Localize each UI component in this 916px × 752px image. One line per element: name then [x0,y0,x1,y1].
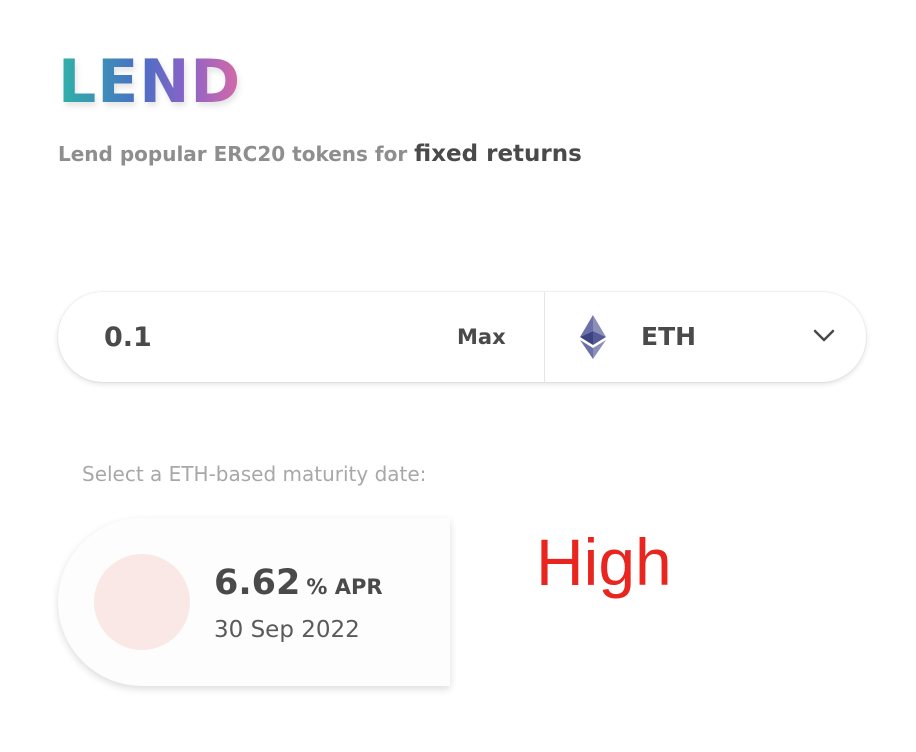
maturity-status-dot [94,554,190,650]
subtitle-emphasis: fixed returns [414,141,582,167]
risk-annotation-label: High [536,525,672,599]
maturity-select-label: Select a ETH-based maturity date: [82,462,427,486]
token-symbol: ETH [641,322,697,351]
chevron-down-icon [813,329,835,342]
lend-input-row: Max ETH [58,292,866,382]
page-title: LEND [58,47,242,117]
maturity-date: 30 Sep 2022 [214,617,360,643]
apr-unit: % APR [306,575,383,599]
apr-line: 6.62% APR [214,560,383,606]
token-select[interactable]: ETH [544,292,866,382]
max-button[interactable]: Max [457,322,506,352]
ethereum-icon [580,315,606,359]
apr-value: 6.62 [214,563,301,603]
maturity-option-card[interactable]: 6.62% APR 30 Sep 2022 [58,518,450,686]
lend-page: LEND Lend popular ERC20 tokens for fixed… [0,0,916,752]
subtitle-text: Lend popular ERC20 tokens for [58,142,415,166]
page-subtitle: Lend popular ERC20 tokens for fixed retu… [58,138,582,170]
